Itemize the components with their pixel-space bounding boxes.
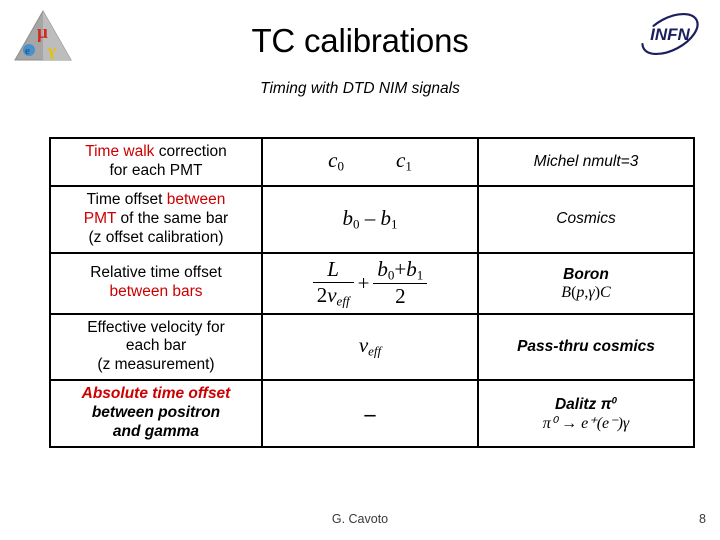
formula-dash: –	[364, 400, 376, 426]
description-text: PMT	[83, 209, 117, 227]
calibration-description-cell: Time offset between PMT of the same bar …	[49, 184, 263, 254]
description-text: Relative time offset	[90, 264, 222, 282]
description-text: and gamma	[112, 423, 200, 441]
description-text: of the same bar	[116, 209, 229, 227]
table-row: Relative time offset between bars L 2vef…	[49, 251, 695, 315]
formula-symbol: b	[380, 205, 392, 230]
formula-cell: L 2veff + b0+b1 2	[261, 251, 479, 315]
formula-subscript: eff	[336, 293, 350, 309]
description-text: correction	[154, 143, 227, 160]
description-text: Time walk	[85, 143, 155, 160]
calibration-description-cell: Relative time offset between bars	[49, 251, 263, 315]
footer-author: G. Cavoto	[331, 512, 389, 526]
formula-symbol: C	[600, 283, 611, 301]
formula-symbol: B	[561, 283, 572, 301]
source-label-text: Dalitz	[554, 396, 601, 414]
formula-subscript: 0	[337, 159, 344, 175]
formula-subscript: 1	[405, 159, 412, 175]
formula-cell: c0 c1	[261, 137, 479, 187]
formula-operator: +	[394, 256, 407, 281]
superscript: 0	[611, 395, 618, 407]
formula-cell: b0 – b1	[261, 184, 479, 254]
table-row: Time walk correction for each PMT c0 c1 M…	[49, 137, 695, 187]
table-row: Absolute time offset between positron an…	[49, 379, 695, 449]
description-text: Absolute time offset	[81, 385, 231, 403]
formula-subscript: 1	[391, 216, 398, 232]
description-text: between	[166, 190, 226, 208]
source-reaction: B(p,γ)C	[485, 284, 687, 302]
description-text: each bar	[125, 337, 187, 355]
formula-subscript: 1	[416, 267, 424, 283]
table-row: Effective velocity for each bar (z measu…	[49, 312, 695, 382]
source-cell: Cosmics	[477, 184, 695, 254]
description-text: between bars	[109, 283, 203, 301]
pi-symbol: π	[600, 396, 612, 414]
fraction-denominator: 2	[395, 284, 406, 309]
fraction: b0+b1 2	[373, 256, 428, 309]
formula-symbol: L	[312, 257, 354, 283]
description-text: between positron	[91, 404, 221, 422]
footer-page-number: 8	[699, 512, 706, 526]
fraction-denominator: 2veff	[313, 283, 354, 309]
formula-subscript: eff	[368, 344, 382, 360]
source-label: Boron	[563, 265, 609, 283]
description-text: Effective velocity for	[87, 318, 225, 336]
description-text: Time offset	[86, 190, 167, 208]
source-cell: Pass-thru cosmics	[477, 312, 695, 382]
source-reaction: π⁰ → e⁺(e⁻)γ	[542, 414, 630, 432]
source-cell: Michel nmult=3	[477, 137, 695, 187]
formula-symbol: b	[406, 256, 417, 281]
source-label: Pass-thru cosmics	[517, 338, 655, 356]
source-label: Michel nmult=3	[533, 153, 639, 171]
source-label: Cosmics	[556, 210, 616, 228]
formula-symbol: v	[327, 282, 337, 307]
description-text: for each PMT	[109, 161, 203, 179]
formula-symbol: b	[342, 205, 353, 230]
description-text: (z measurement)	[97, 356, 215, 374]
calibration-table: Time walk correction for each PMT c0 c1 M…	[49, 137, 695, 449]
page-subtitle: Timing with DTD NIM signals	[260, 80, 460, 97]
fraction: L 2veff	[312, 257, 354, 309]
formula-number: 2	[316, 282, 328, 307]
calibration-description-cell: Time walk correction for each PMT	[49, 137, 263, 187]
formula-cell: –	[261, 379, 479, 449]
source-cell: Boron B(p,γ)C	[477, 251, 695, 315]
calibration-description-cell: Effective velocity for each bar (z measu…	[49, 312, 263, 382]
description-text: (z offset calibration)	[88, 228, 224, 246]
formula-symbol: v	[358, 333, 369, 358]
formula-symbol: c	[396, 148, 406, 173]
formula-operator: –	[364, 205, 376, 230]
calibration-description-cell: Absolute time offset between positron an…	[49, 379, 263, 449]
fraction-numerator: b0+b1	[373, 256, 428, 285]
formula-subscript: 0	[352, 216, 360, 232]
formula-operator: +	[357, 270, 370, 295]
formula-symbol: b	[377, 256, 388, 281]
source-label: Dalitz π0	[485, 395, 687, 414]
formula-cell: veff	[261, 312, 479, 382]
page-title: TC calibrations	[251, 22, 469, 59]
source-cell: Dalitz π0 π⁰ → e⁺(e⁻)γ	[477, 379, 695, 449]
table-row: Time offset between PMT of the same bar …	[49, 184, 695, 254]
